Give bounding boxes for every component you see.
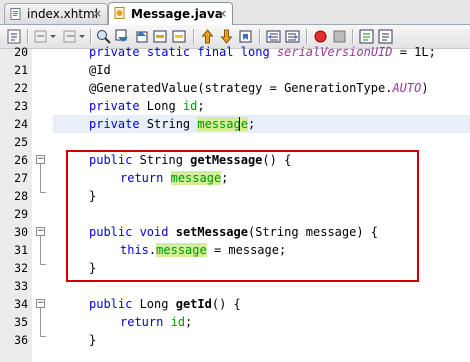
code-editor[interactable]: 20 private static final long serialVersi… [0, 45, 470, 362]
toolbar-separator [27, 29, 29, 44]
code-line: 25 [0, 133, 470, 151]
highlight-annotation-box [66, 150, 419, 282]
close-tab-icon[interactable]: × [93, 4, 102, 24]
xhtml-file-icon [10, 8, 21, 20]
fold-guide [40, 164, 41, 192]
line-number: 29 [14, 207, 28, 221]
fold-guide [40, 336, 46, 337]
line-number: 35 [14, 315, 28, 329]
java-file-icon [114, 7, 125, 19]
code-line: 35 return id; [0, 313, 470, 331]
code-text: @GeneratedValue(strategy = GenerationTyp… [89, 81, 429, 95]
code-text: public Long getId() { [89, 297, 241, 311]
text-caret [239, 117, 240, 131]
close-tab-icon[interactable]: × [218, 4, 227, 24]
line-number: 21 [14, 63, 28, 77]
line-number: 23 [14, 99, 28, 113]
fold-guide [40, 264, 46, 265]
code-line-current: 24 private String message; [0, 115, 470, 133]
code-text: private String message; [89, 117, 256, 131]
code-text: return id; [120, 315, 193, 329]
toolbar-separator [90, 29, 92, 44]
toolbar-separator [306, 29, 308, 44]
tab-label: Message.java [131, 7, 223, 21]
line-number: 20 [14, 45, 28, 59]
line-number: 32 [14, 261, 28, 275]
code-line: 36 } [0, 331, 470, 349]
tab-index-xhtml[interactable]: index.xhtml × [4, 3, 108, 24]
fold-collapse-icon[interactable]: − [36, 227, 45, 236]
line-number: 33 [14, 279, 28, 293]
tab-label: index.xhtml [27, 7, 99, 21]
toolbar-separator [193, 29, 195, 44]
line-number: 22 [14, 81, 28, 95]
code-text: private static final long serialVersionU… [89, 45, 436, 59]
code-line: 21 @Id [0, 61, 470, 79]
line-number: 36 [14, 333, 28, 347]
code-text: } [89, 333, 97, 347]
fold-guide [40, 192, 46, 193]
fold-collapse-icon[interactable]: − [36, 299, 45, 308]
fold-guide [40, 236, 41, 264]
tab-message-java[interactable]: Message.java × [108, 2, 233, 25]
line-number: 26 [14, 153, 28, 167]
code-line: 22 @GeneratedValue(strategy = Generation… [0, 79, 470, 97]
code-line: 23 private Long id; [0, 97, 470, 115]
line-number: 31 [14, 243, 28, 257]
fold-collapse-icon[interactable]: − [36, 155, 45, 164]
toolbar-separator [352, 29, 354, 44]
toolbar-separator [259, 29, 261, 44]
line-number: 30 [14, 225, 28, 239]
code-text: @Id [89, 63, 111, 77]
line-number: 34 [14, 297, 28, 311]
line-number: 24 [14, 117, 28, 131]
editor-tab-bar: index.xhtml × Message.java × [0, 0, 470, 25]
code-text: private Long id; [89, 99, 205, 113]
line-number: 25 [14, 135, 28, 149]
line-number: 27 [14, 171, 28, 185]
line-number: 28 [14, 189, 28, 203]
code-line: 34 public Long getId() { [0, 295, 470, 313]
code-line: 20 private static final long serialVersi… [0, 43, 470, 61]
fold-guide [40, 308, 41, 336]
